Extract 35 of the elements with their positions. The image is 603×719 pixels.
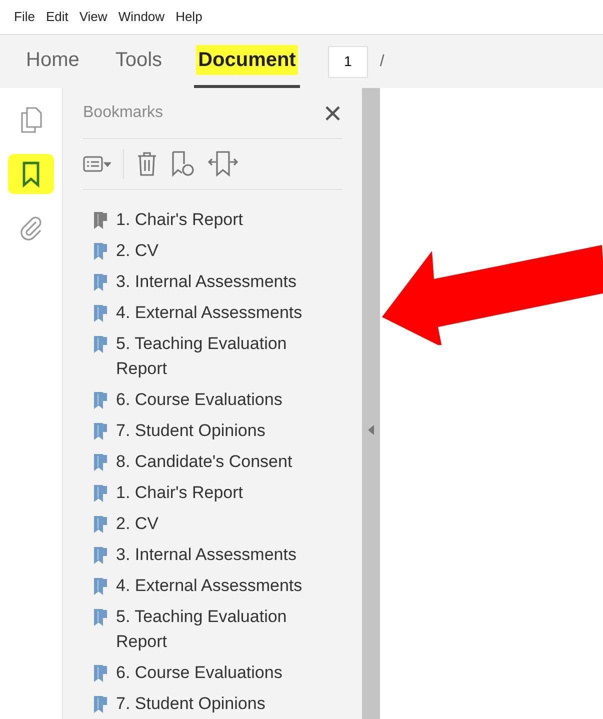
- panel-title: Bookmarks: [83, 103, 164, 123]
- bookmark-item[interactable]: 8. Candidate's Consent: [93, 446, 342, 477]
- page-number-field[interactable]: 1: [328, 46, 368, 78]
- paperclip-icon: [19, 215, 43, 241]
- collapse-arrow-icon[interactable]: [368, 425, 374, 435]
- bookmark-item[interactable]: 4. External Assessments: [93, 570, 342, 601]
- bookmark-item[interactable]: 1. Chair's Report: [93, 204, 342, 235]
- menu-item[interactable]: Edit: [46, 7, 68, 27]
- bookmark-item[interactable]: 5. Teaching Evaluation Report: [93, 601, 342, 657]
- bookmark-item[interactable]: 7. Student Opinions: [93, 415, 342, 446]
- tab[interactable]: Home: [22, 35, 84, 88]
- pages-icon: [19, 106, 43, 134]
- expand-bookmark-icon[interactable]: [208, 150, 238, 178]
- bookmark-item[interactable]: 3. Internal Assessments: [93, 539, 342, 570]
- side-tool-button[interactable]: [8, 154, 54, 194]
- tab[interactable]: Tools: [111, 35, 166, 88]
- add-bookmark-icon[interactable]: [170, 150, 196, 178]
- menu-item[interactable]: Window: [118, 7, 165, 27]
- pointer-arrow-icon: [380, 245, 603, 345]
- menu-item[interactable]: View: [79, 7, 108, 27]
- menu-item[interactable]: File: [14, 7, 35, 27]
- menu-item[interactable]: Help: [176, 7, 202, 27]
- bookmark-icon: [21, 160, 41, 188]
- bookmark-item[interactable]: 2. CV: [93, 235, 342, 266]
- bookmark-item[interactable]: 5. Teaching Evaluation Report: [93, 328, 342, 384]
- page-separator: /: [380, 52, 384, 72]
- close-button[interactable]: ×: [323, 97, 342, 129]
- trash-icon[interactable]: [136, 151, 158, 177]
- bookmark-item[interactable]: 4. External Assessments: [93, 297, 342, 328]
- bookmark-item[interactable]: 7. Student Opinions: [93, 688, 342, 719]
- bookmark-item[interactable]: 6. Course Evaluations: [93, 657, 342, 688]
- bookmark-item[interactable]: 3. Internal Assessments: [93, 266, 342, 297]
- bookmark-item[interactable]: 2. CV: [93, 508, 342, 539]
- bookmark-item[interactable]: 1. Chair's Report: [93, 477, 342, 508]
- bookmark-item[interactable]: 6. Course Evaluations: [93, 384, 342, 415]
